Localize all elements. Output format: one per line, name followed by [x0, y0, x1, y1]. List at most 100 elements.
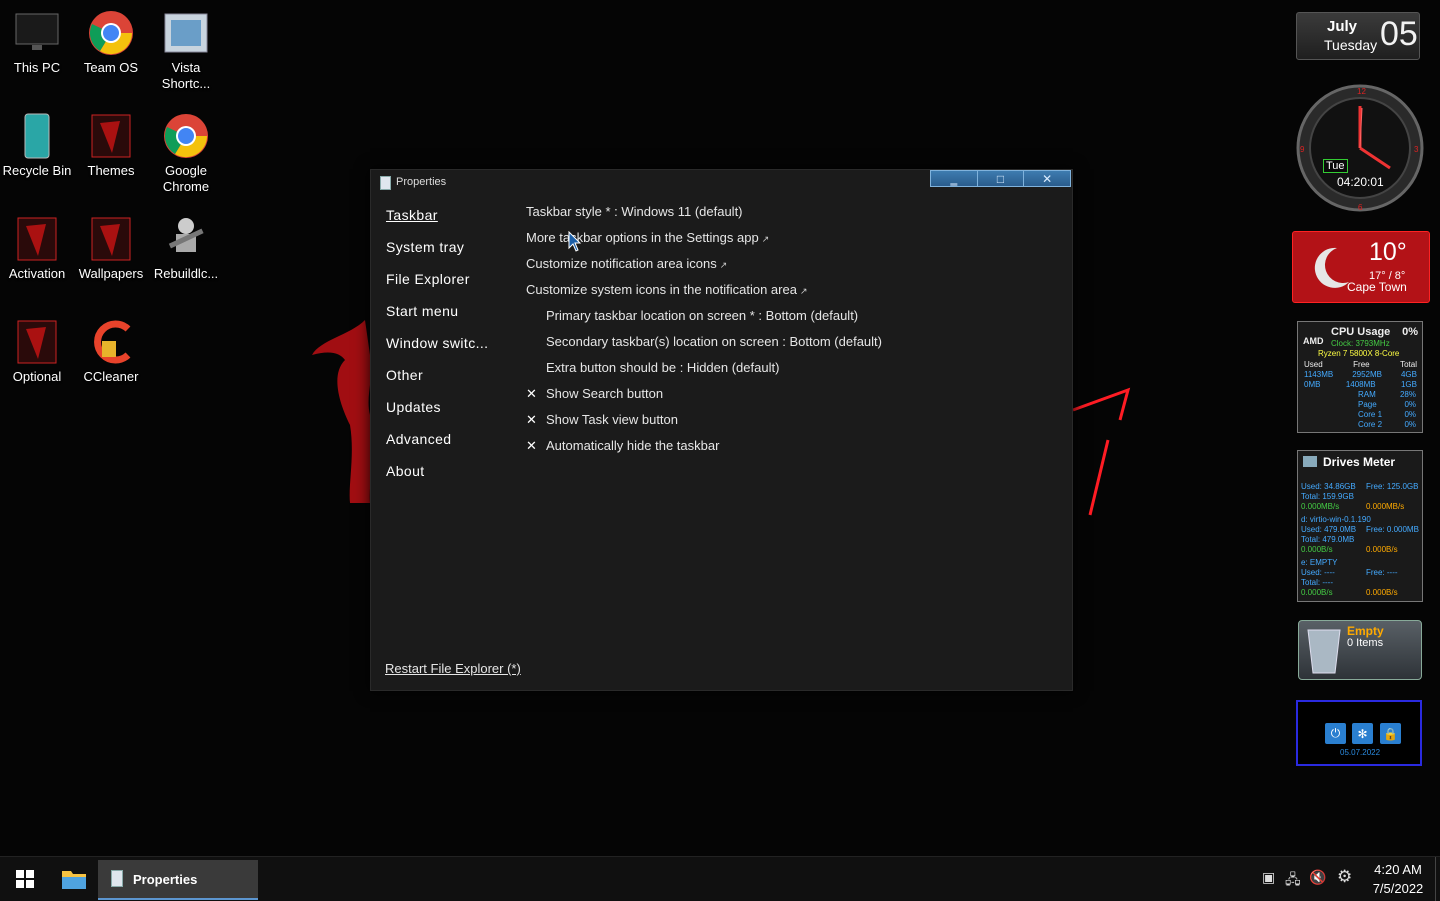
wallpaper-neon-shape [1072, 387, 1131, 516]
analog-clock-widget[interactable]: 12 9 3 6 [1296, 84, 1424, 214]
option-taskbar-style[interactable]: Taskbar style * : Windows 11 (default) [526, 204, 1046, 230]
desktop-icon-optional[interactable]: Optional [0, 317, 74, 385]
tray-app-icon[interactable]: ▣ [1262, 869, 1275, 886]
drives-meter-widget[interactable]: Drives Meter Used: 34.86GB Free: 125.0GB… [1297, 450, 1423, 602]
option-primary-location[interactable]: Primary taskbar location on screen * : B… [526, 308, 1046, 334]
desktop-icon-team-os[interactable]: Team OS [74, 8, 148, 76]
option-label: Customize system icons in the notificati… [526, 282, 797, 297]
properties-taskbar-button[interactable]: Properties [98, 860, 258, 900]
drive-c-upload: 0.000MB/s [1301, 502, 1340, 511]
nav-about[interactable]: About [386, 463, 488, 495]
desktop-icon-label: Recycle Bin [2, 163, 72, 178]
nav-file-explorer[interactable]: File Explorer [386, 271, 488, 303]
network-icon[interactable]: 🖧 [1285, 869, 1301, 893]
date-day: 05 [1380, 15, 1418, 53]
x-mark-icon: ✕ [526, 412, 537, 427]
window-title: Properties [396, 176, 447, 188]
clock-digital-time: 04:20:01 [1337, 175, 1384, 189]
nav-advanced[interactable]: Advanced [386, 431, 488, 463]
taskbar-app-label: Properties [133, 872, 198, 887]
cpu-stat-row: Core 2 0% [1358, 420, 1416, 429]
drive-e-used: Used: ---- [1301, 568, 1335, 577]
taskbar-time: 4:20 AM [1374, 862, 1422, 877]
trash-icon [1307, 629, 1341, 674]
option-secondary-location[interactable]: Secondary taskbar(s) location on screen … [526, 334, 1046, 360]
folder-icon [62, 871, 86, 889]
nav-updates[interactable]: Updates [386, 399, 488, 431]
chrome-icon [161, 111, 211, 161]
speaker-muted-icon[interactable]: 🔇 [1309, 869, 1326, 886]
close-button[interactable]: ✕ [1024, 170, 1072, 187]
option-label: Automatically hide the taskbar [546, 438, 720, 453]
cpu-cell: 1408MB [1345, 380, 1376, 389]
svg-text:12: 12 [1357, 87, 1366, 96]
start-button[interactable] [0, 857, 50, 901]
option-label: More taskbar options in the Settings app [526, 230, 759, 245]
folder-red-icon [86, 111, 136, 161]
window-titlebar[interactable]: Properties ‗ □ ✕ [371, 170, 1072, 196]
option-extra-button[interactable]: Extra button should be : Hidden (default… [526, 360, 1046, 386]
desktop-icon-vista-shortcut[interactable]: Vista Shortc... [149, 8, 223, 92]
option-system-icons[interactable]: Customize system icons in the notificati… [526, 282, 1046, 308]
desktop-icon-wallpapers[interactable]: Wallpapers [74, 214, 148, 282]
settings-gear-icon[interactable]: ⚙ [1337, 867, 1352, 887]
desktop-icon-this-pc[interactable]: This PC [0, 8, 74, 76]
option-label: Customize notification area icons [526, 256, 717, 271]
option-label: Show Task view button [546, 412, 678, 427]
cpu-title: CPU Usage [1331, 326, 1391, 338]
drive-c-used: Used: 34.86GB [1301, 482, 1356, 491]
drive-d-upload: 0.000B/s [1301, 545, 1333, 554]
window-controls: ‗ □ ✕ [930, 170, 1072, 188]
option-more-taskbar-settings[interactable]: More taskbar options in the Settings app… [526, 230, 1046, 256]
svg-text:3: 3 [1414, 145, 1419, 154]
windows-logo-icon [16, 870, 34, 888]
desktop-icon-google-chrome[interactable]: Google Chrome [149, 111, 223, 195]
settings-nav: Taskbar System tray File Explorer Start … [386, 207, 488, 495]
recycle-bin-icon [12, 111, 62, 161]
desktop-icon-recycle-bin[interactable]: Recycle Bin [0, 111, 74, 179]
minimize-button[interactable]: ‗ [930, 170, 978, 187]
sleep-icon[interactable]: ✻ [1352, 723, 1373, 744]
nav-other[interactable]: Other [386, 367, 488, 399]
file-explorer-taskbar-button[interactable] [52, 857, 96, 901]
restart-file-explorer-link[interactable]: Restart File Explorer (*) [385, 661, 521, 676]
maximize-button[interactable]: □ [977, 170, 1025, 187]
weather-widget[interactable]: 10° 17° / 8° Cape Town [1292, 231, 1430, 303]
cpu-brand: AMD [1303, 336, 1324, 346]
option-auto-hide[interactable]: ✕ Automatically hide the taskbar [526, 438, 1046, 464]
desktop-icon-activation[interactable]: Activation [0, 214, 74, 282]
drive-c-download: 0.000MB/s [1366, 502, 1405, 511]
desktop-icon-label: Optional [12, 369, 62, 384]
desktop-icon-themes[interactable]: Themes [74, 111, 148, 179]
cpu-head-cell: Used [1304, 360, 1323, 369]
nav-start-menu[interactable]: Start menu [386, 303, 488, 335]
folder-red-icon [12, 214, 62, 264]
bin-status: Empty [1347, 624, 1384, 638]
power-icon[interactable]: ⏻ [1325, 723, 1346, 744]
desktop-icon-ccleaner[interactable]: CCleaner [74, 317, 148, 385]
drive-c-total: Total: 159.9GB [1301, 492, 1354, 501]
recycle-bin-widget[interactable]: Empty 0 Items [1298, 620, 1422, 680]
cpu-percent: 0% [1402, 326, 1418, 338]
option-show-task-view[interactable]: ✕ Show Task view button [526, 412, 1046, 438]
date-month: July [1327, 18, 1358, 35]
cpu-cell: 0MB [1304, 380, 1321, 389]
option-show-search[interactable]: ✕ Show Search button [526, 386, 1046, 412]
nav-system-tray[interactable]: System tray [386, 239, 488, 271]
option-notification-icons[interactable]: Customize notification area icons ↗ [526, 256, 1046, 282]
nav-window-switcher[interactable]: Window switc... [386, 335, 488, 367]
desktop-icon-label: Team OS [83, 60, 139, 75]
cpu-cell: 1GB [1400, 380, 1417, 389]
folder-red-icon [12, 317, 62, 367]
drive-d-used: Used: 479.0MB [1301, 525, 1357, 534]
cpu-page-row: 0MB 1408MB 1GB [1304, 380, 1417, 389]
nav-taskbar[interactable]: Taskbar [386, 207, 488, 239]
cpu-usage-widget[interactable]: AMD CPU Usage 0% Clock: 3793MHz Ryzen 7 … [1297, 321, 1423, 433]
lock-icon[interactable]: 🔒 [1380, 723, 1401, 744]
taskbar-clock[interactable]: 4:20 AM 7/5/2022 [1366, 860, 1430, 898]
date-widget[interactable]: July Tuesday 05 [1296, 12, 1420, 60]
desktop-icon-label: CCleaner [83, 369, 139, 384]
show-desktop-button[interactable] [1435, 857, 1440, 901]
desktop-icon-rebuild[interactable]: Rebuildlc... [149, 214, 223, 282]
cpu-table-head: Used Free Total [1304, 360, 1417, 369]
